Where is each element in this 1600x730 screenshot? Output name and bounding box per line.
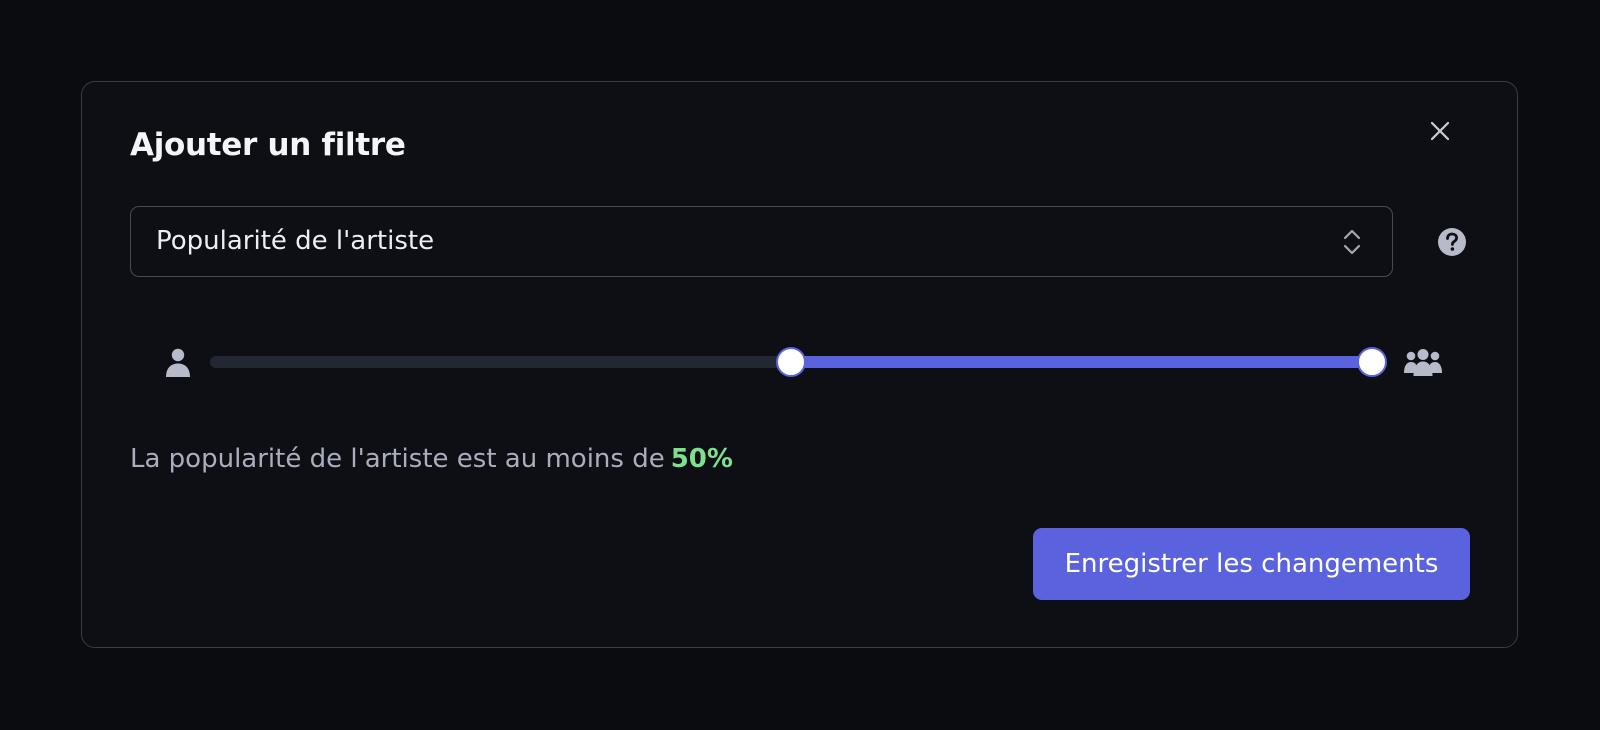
group-people-icon	[1404, 349, 1442, 376]
close-button[interactable]	[1423, 114, 1457, 148]
help-button[interactable]	[1437, 227, 1467, 257]
summary-text: La popularité de l'artiste est au moins …	[130, 444, 665, 474]
filter-type-value: Popularité de l'artiste	[156, 226, 435, 256]
chevron-up-down-icon	[1343, 229, 1361, 255]
add-filter-dialog: Ajouter un filtre Popularité de l'artist…	[81, 81, 1518, 648]
close-icon	[1430, 121, 1450, 141]
question-circle-icon	[1438, 228, 1466, 256]
single-person-icon	[166, 348, 190, 377]
dialog-title: Ajouter un filtre	[130, 127, 406, 163]
save-button[interactable]: Enregistrer les changements	[1033, 528, 1470, 600]
summary-value: 50%	[670, 444, 733, 474]
slider-selected-range	[791, 356, 1372, 368]
slider-thumb-max[interactable]	[1357, 347, 1387, 377]
slider-thumb-min[interactable]	[776, 347, 806, 377]
filter-summary: La popularité de l'artiste est au moins …	[130, 444, 733, 474]
popularity-slider[interactable]	[210, 347, 1387, 377]
filter-type-select[interactable]: Popularité de l'artiste	[130, 206, 1393, 277]
